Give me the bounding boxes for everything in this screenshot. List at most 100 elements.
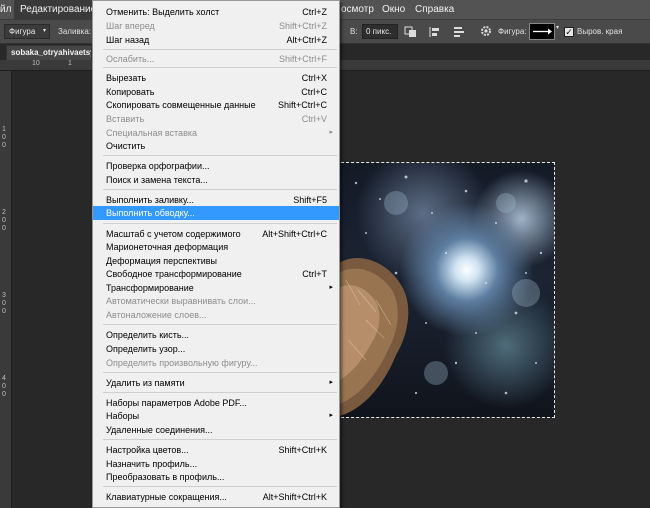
menu-item-label: Деформация перспективы	[106, 256, 217, 266]
menu-item-label: Определить кисть...	[106, 330, 190, 340]
menu-edit[interactable]: Редактирование	[14, 0, 96, 20]
menu-item-label: Специальная вставка	[106, 128, 197, 138]
menu-item-define-pattern[interactable]: Определить узор...	[93, 342, 339, 356]
menu-item-label: Поиск и замена текста...	[106, 175, 208, 185]
menu-item-label: Очистить	[106, 141, 146, 151]
menu-item-fade[interactable]: Ослабить... Shift+Ctrl+F	[93, 52, 339, 66]
align-edges-label: Выров. края	[577, 27, 623, 36]
menu-item-puppet-warp[interactable]: Марионеточная деформация	[93, 240, 339, 254]
menu-separator	[103, 324, 337, 325]
ruler-tick-label: 0	[2, 142, 6, 149]
shape-picker[interactable]	[529, 23, 555, 40]
path-operations-icon[interactable]	[404, 25, 418, 39]
menu-item-copy-merged[interactable]: Скопировать совмещенные данные Shift+Ctrl…	[93, 98, 339, 112]
menu-item-shortcut: Alt+Shift+Ctrl+K	[262, 492, 327, 502]
menu-separator	[103, 439, 337, 440]
menu-item-step-forward[interactable]: Шаг вперед Shift+Ctrl+Z	[93, 19, 339, 33]
path-arrangement-icon[interactable]	[452, 25, 466, 39]
menu-item-undo[interactable]: Отменить: Выделить холст Ctrl+Z	[93, 5, 339, 19]
fill-label: Заливка:	[58, 27, 92, 36]
menu-file[interactable]: йл	[0, 0, 14, 20]
menu-item-fill[interactable]: Выполнить заливку... Shift+F5	[93, 193, 339, 207]
menu-item-cut[interactable]: Вырезать Ctrl+X	[93, 71, 339, 85]
menu-item-convert-to-profile[interactable]: Преобразовать в профиль...	[93, 470, 339, 484]
menu-item-shortcut: Ctrl+Z	[302, 7, 327, 17]
menu-item-clear[interactable]: Очистить	[93, 139, 339, 153]
menu-item-content-aware-scale[interactable]: Масштаб с учетом содержимого Alt+Shift+Ct…	[93, 227, 339, 241]
menu-item-shortcut: Ctrl+V	[301, 114, 327, 124]
menu-item-assign-profile[interactable]: Назначить профиль...	[93, 457, 339, 471]
menu-item-label: Определить произвольную фигуру...	[106, 358, 258, 368]
menu-item-label: Копировать	[106, 87, 155, 97]
width-label: В:	[350, 27, 358, 36]
menu-item-step-backward[interactable]: Шаг назад Alt+Ctrl+Z	[93, 33, 339, 47]
ruler-tick-label: 2	[2, 209, 6, 216]
menu-item-label: Проверка орфографии...	[106, 161, 210, 171]
menu-item-auto-align-layers[interactable]: Автоматически выравнивать слои...	[93, 294, 339, 308]
submenu-arrow-icon: ▸	[329, 129, 333, 136]
menu-item-check-spelling[interactable]: Проверка орфографии...	[93, 159, 339, 173]
menu-view[interactable]: осмотр	[341, 0, 377, 20]
menu-item-label: Клавиатурные сокращения...	[106, 492, 227, 502]
menu-item-label: Трансформирование	[106, 283, 194, 293]
ruler-vertical[interactable]: 1 0 0 2 0 0 3 0 0 4 0 0	[0, 71, 12, 508]
menu-item-shortcut: Ctrl+C	[301, 87, 327, 97]
menu-item-shortcut: Shift+Ctrl+F	[278, 54, 327, 64]
ruler-tick-label: 0	[2, 391, 6, 398]
menu-separator	[103, 486, 337, 487]
menu-item-label: Наборы	[106, 411, 140, 421]
chevron-down-icon: ▾	[42, 28, 46, 34]
chevron-down-icon[interactable]: ▾	[556, 24, 559, 31]
menu-item-stroke[interactable]: Выполнить обводку...	[93, 206, 339, 220]
menu-item-presets[interactable]: Наборы ▸	[93, 409, 339, 423]
menu-item-find-replace[interactable]: Поиск и замена текста...	[93, 173, 339, 187]
align-edges-checkbox[interactable]: ✓	[564, 27, 574, 37]
menu-separator	[103, 223, 337, 224]
menu-item-label: Определить узор...	[106, 344, 186, 354]
menu-item-remote-connections[interactable]: Удаленные соединения...	[93, 423, 339, 437]
menu-help[interactable]: Справка	[415, 0, 455, 20]
menu-item-transform[interactable]: Трансформирование ▸	[93, 281, 339, 295]
menu-item-label: Скопировать совмещенные данные	[106, 100, 256, 110]
menu-separator	[103, 372, 337, 373]
menu-separator	[103, 155, 337, 156]
menu-window[interactable]: Окно	[382, 0, 408, 20]
path-alignment-icon[interactable]	[428, 25, 442, 39]
menu-item-shortcut: Shift+F5	[293, 195, 327, 205]
edit-menu-dropdown: Отменить: Выделить холст Ctrl+Z Шаг впере…	[92, 0, 340, 508]
menu-item-define-brush[interactable]: Определить кисть...	[93, 328, 339, 342]
ruler-tick-label: 0	[2, 217, 6, 224]
menu-item-shortcut: Shift+Ctrl+K	[278, 445, 327, 455]
menu-item-shortcut: Ctrl+T	[302, 269, 327, 279]
menu-item-label: Шаг назад	[106, 35, 150, 45]
menu-item-purge[interactable]: Удалить из памяти ▸	[93, 376, 339, 390]
menu-item-shortcut: Alt+Ctrl+Z	[286, 35, 327, 45]
ruler-tick-label: 4	[2, 375, 6, 382]
ruler-tick-label: 0	[2, 308, 6, 315]
ruler-tick-label: 0	[2, 300, 6, 307]
ruler-tick-label: 1	[2, 126, 6, 133]
menu-item-perspective-warp[interactable]: Деформация перспективы	[93, 254, 339, 268]
menu-item-paste-special[interactable]: Специальная вставка ▸	[93, 126, 339, 140]
ruler-tick-label: 10	[32, 60, 40, 67]
menu-item-label: Масштаб с учетом содержимого	[106, 229, 241, 239]
menu-item-paste[interactable]: Вставить Ctrl+V	[93, 112, 339, 126]
menu-item-color-settings[interactable]: Настройка цветов... Shift+Ctrl+K	[93, 443, 339, 457]
menu-item-keyboard-shortcuts[interactable]: Клавиатурные сокращения... Alt+Shift+Ctrl…	[93, 490, 339, 504]
menu-item-define-custom-shape[interactable]: Определить произвольную фигуру...	[93, 356, 339, 370]
menu-item-auto-blend-layers[interactable]: Автоналожение слоев...	[93, 308, 339, 322]
width-input[interactable]: 0 пикс.	[362, 24, 398, 39]
menu-item-copy[interactable]: Копировать Ctrl+C	[93, 85, 339, 99]
menu-separator	[103, 67, 337, 68]
tool-mode-select[interactable]: Фигура ▾	[4, 24, 50, 39]
menu-item-label: Выполнить заливку...	[106, 195, 195, 205]
menu-item-shortcut: Ctrl+X	[301, 73, 327, 83]
menu-item-label: Выполнить обводку...	[106, 208, 195, 218]
menu-item-label: Шаг вперед	[106, 21, 155, 31]
ruler-tick-label: 1	[68, 60, 72, 67]
document-tab[interactable]: sobaka_otryahivaetsy	[6, 45, 92, 60]
menu-item-adobe-pdf-presets[interactable]: Наборы параметров Adobe PDF...	[93, 396, 339, 410]
gear-icon[interactable]	[479, 24, 493, 38]
menu-separator	[103, 392, 337, 393]
menu-item-free-transform[interactable]: Свободное трансформирование Ctrl+T	[93, 267, 339, 281]
